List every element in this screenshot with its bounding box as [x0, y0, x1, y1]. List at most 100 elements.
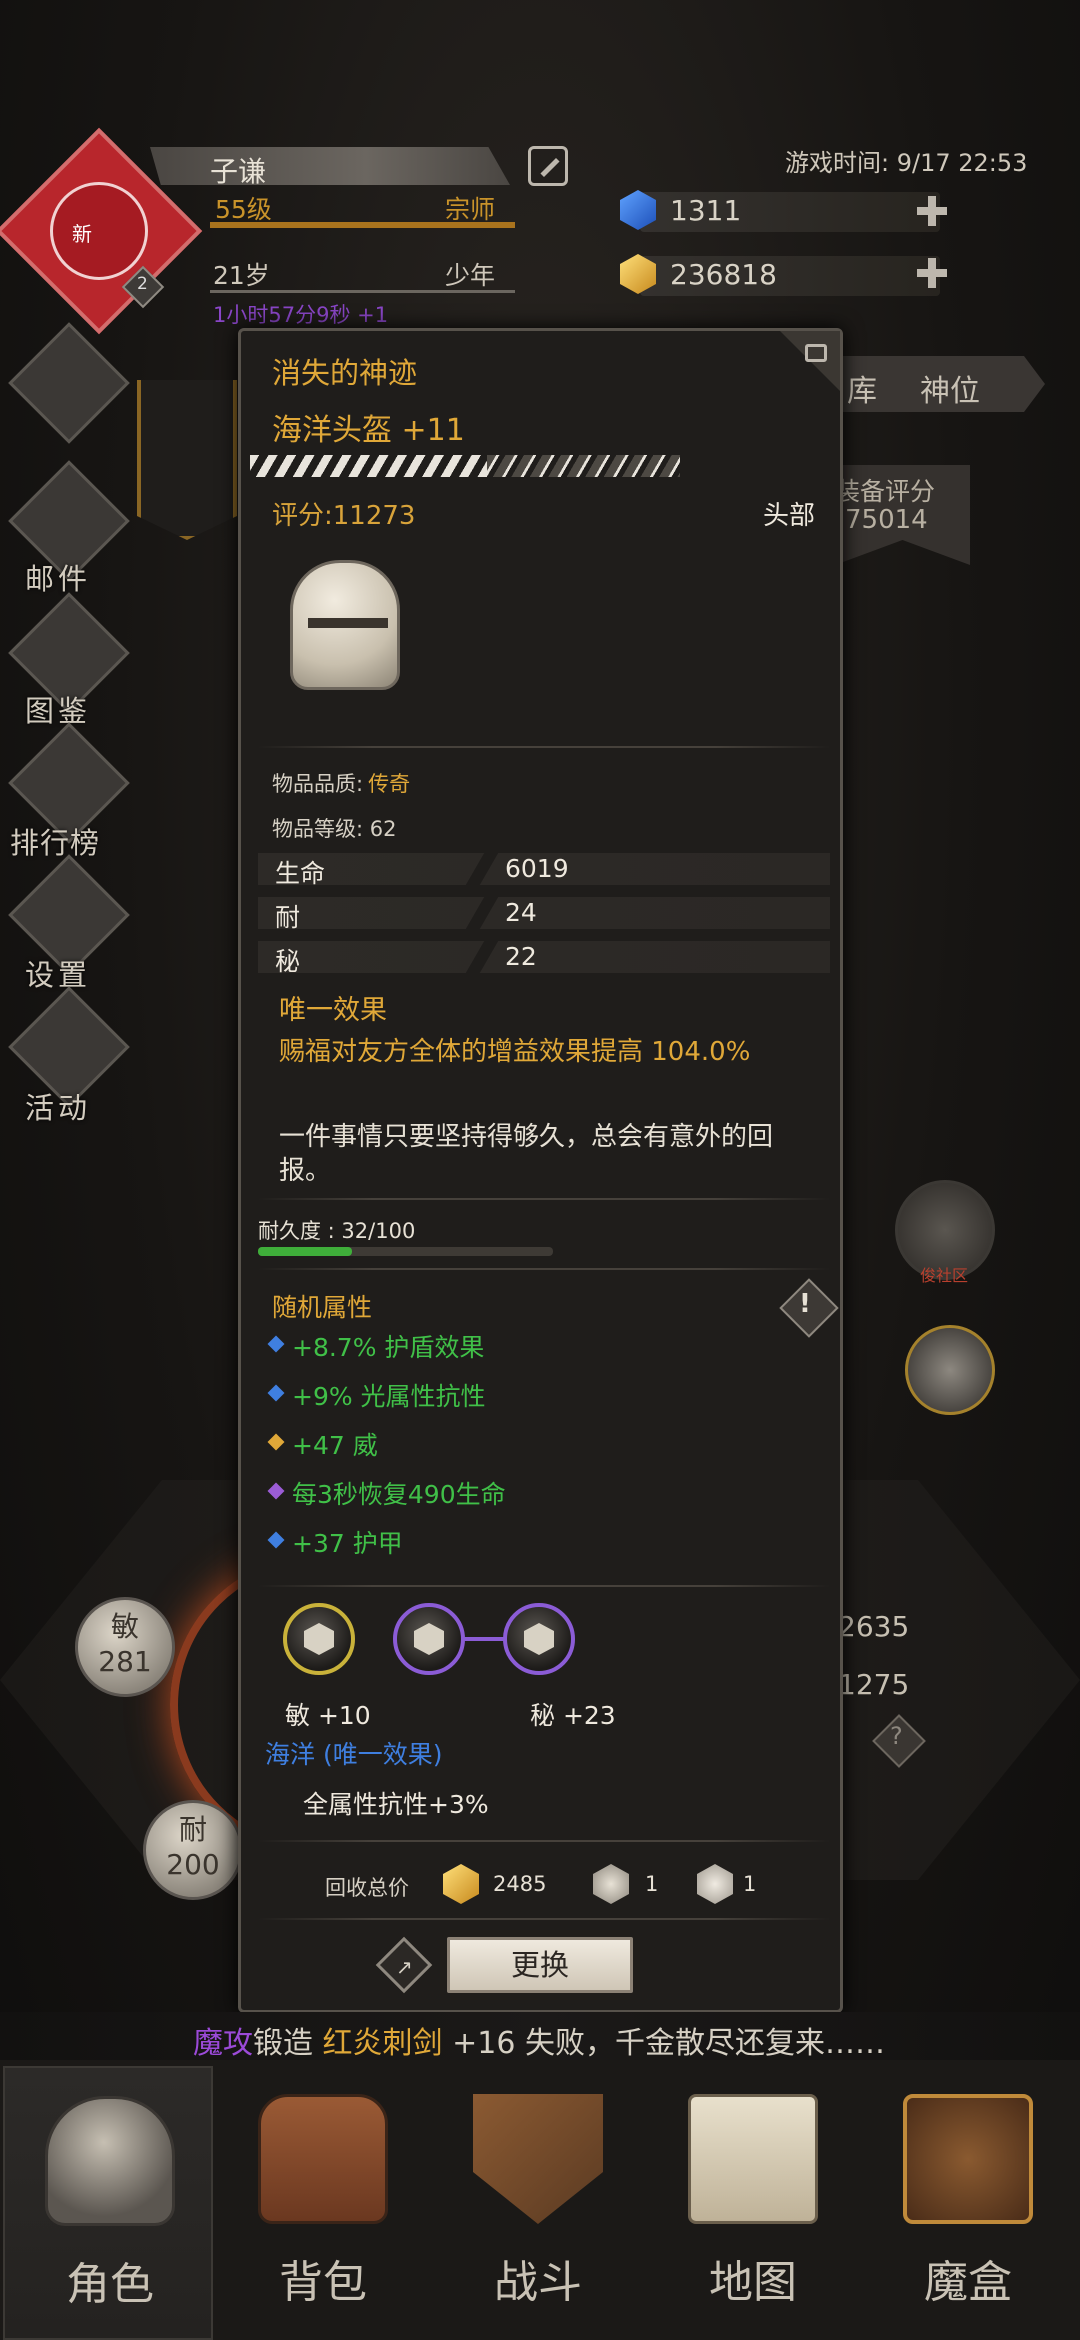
- nav-magic-box[interactable]: 魔盒: [863, 2066, 1073, 2340]
- agility-orb-value: 281: [98, 1645, 152, 1678]
- random-attr: +8.7% 护盾效果: [292, 1333, 485, 1362]
- stat-key: 生命: [275, 859, 326, 888]
- avatar-badge-number: 2: [137, 274, 148, 294]
- warning-icon-glyph: !: [799, 1289, 811, 1319]
- item-quality-row: 物品品质: 传奇: [272, 768, 410, 798]
- scroll-map-icon: [688, 2094, 818, 2224]
- age-bar: [210, 290, 515, 293]
- unique-effect-heading: 唯一效果: [279, 995, 387, 1026]
- backpack-icon: [258, 2094, 388, 2224]
- nav-battle[interactable]: 战斗: [433, 2066, 643, 2340]
- player-name: 子谦: [210, 155, 267, 188]
- ticker-player: 魔攻: [193, 2026, 253, 2061]
- magic-box-icon: [903, 2094, 1033, 2224]
- name-bar: [150, 147, 510, 185]
- stat-value: 24: [505, 898, 537, 927]
- right-stat-2: 1275: [838, 1668, 910, 1701]
- stat-value: 22: [505, 942, 537, 971]
- nav-label: 地图: [709, 2257, 797, 2308]
- helmet-icon: [45, 2096, 175, 2226]
- tab-divine[interactable]: 神位: [920, 366, 980, 410]
- item-name: 海洋头盔 +11: [272, 413, 465, 448]
- stat-value: 6019: [505, 854, 569, 883]
- recycle-material-2: 1: [743, 1872, 757, 1896]
- nav-character[interactable]: 角色: [3, 2066, 213, 2340]
- tab-storage[interactable]: 库: [847, 366, 877, 410]
- item-quality-label: 物品品质:: [272, 772, 364, 796]
- ticker-rest: +16 失败，千金散尽还复来……: [452, 2026, 885, 2061]
- age-stage: 少年: [445, 261, 496, 290]
- side-menu-codex[interactable]: 图鉴: [25, 688, 91, 730]
- stat-row: [258, 941, 830, 973]
- avatar-icon: [50, 182, 148, 280]
- random-attr: 每3秒恢复490生命: [292, 1480, 506, 1509]
- random-attr: +9% 光属性抗性: [292, 1382, 486, 1411]
- socket-bonus: 敏 +10: [285, 1701, 371, 1730]
- random-attr: +47 威: [292, 1431, 378, 1460]
- right-stat-1: 2635: [838, 1610, 910, 1643]
- divider: [258, 1585, 830, 1587]
- side-menu-settings[interactable]: 设置: [25, 952, 91, 994]
- add-gems-icon[interactable]: [915, 194, 949, 228]
- nav-map[interactable]: 地图: [648, 2066, 858, 2340]
- item-level: 物品等级: 62: [272, 817, 397, 841]
- add-gold-icon[interactable]: [915, 256, 949, 290]
- durability-fill: [258, 1247, 352, 1256]
- recycle-material-1: 1: [645, 1872, 659, 1896]
- recycle-gold: 2485: [493, 1872, 547, 1896]
- random-attr: +37 护甲: [292, 1529, 403, 1558]
- player-level: 55级: [215, 195, 272, 224]
- unique-effect-text: 赐福对友方全体的增益效果提高 104.0%: [279, 1037, 751, 1067]
- random-attributes-heading: 随机属性: [272, 1293, 373, 1322]
- nav-backpack[interactable]: 背包: [218, 2066, 428, 2340]
- gold-count: 236818: [670, 258, 777, 291]
- equip-score-label: 装备评分: [835, 477, 936, 506]
- item-slot: 头部: [763, 501, 816, 531]
- endurance-orb-label: 耐: [178, 1813, 207, 1846]
- helmet-visor: [308, 618, 388, 628]
- durability-label: 耐久度 : 32/100: [258, 1219, 416, 1243]
- agility-orb-label: 敏: [110, 1610, 139, 1643]
- nav-label: 魔盒: [924, 2257, 1012, 2308]
- lock-icon[interactable]: [805, 344, 827, 362]
- item-score: 评分:11273: [272, 501, 416, 531]
- guild-label: 俊社区: [920, 1266, 969, 1285]
- sword-shield-icon: [473, 2094, 603, 2224]
- ticker-text: 魔攻锻造 红炎刺剑 +16 失败，千金散尽还复来……: [193, 2018, 885, 2062]
- age-timer: 1小时57分9秒 +1: [213, 303, 389, 327]
- side-menu-mail[interactable]: 邮件: [25, 556, 91, 598]
- nav-label: 背包: [279, 2257, 367, 2308]
- stat-row: [258, 897, 830, 929]
- equip-score-value: 75014: [845, 505, 928, 535]
- edit-icon[interactable]: [528, 146, 568, 186]
- item-flavor-text: 一件事情只要坚持得够久，总会有意外的回报。: [279, 1122, 774, 1186]
- divine-helm-icon[interactable]: [905, 1325, 995, 1415]
- set-bonus-heading: 海洋 (唯一效果): [265, 1740, 443, 1769]
- set-bonus-text: 全属性抗性+3%: [303, 1790, 489, 1819]
- level-bar: [210, 222, 515, 228]
- side-menu-ranking[interactable]: 排行榜: [10, 820, 100, 862]
- socket-bonus: 秘 +23: [530, 1701, 616, 1730]
- nav-label: 角色: [66, 2259, 154, 2310]
- item-quality-value: 传奇: [368, 772, 411, 796]
- replace-button[interactable]: 更换: [447, 1937, 633, 1993]
- endurance-orb-value: 200: [166, 1848, 220, 1881]
- nav-label: 战斗: [494, 2257, 582, 2308]
- share-icon-glyph: ↗: [396, 1955, 413, 1979]
- divider: [258, 1198, 830, 1200]
- ticker-item: 红炎刺剑: [322, 2026, 443, 2061]
- divider: [258, 746, 830, 748]
- ticker-verb: 锻造: [253, 2026, 313, 2061]
- divider: [258, 1840, 830, 1842]
- player-rank: 宗师: [445, 195, 496, 224]
- divider: [258, 1268, 830, 1270]
- side-menu-events[interactable]: 活动: [25, 1085, 91, 1127]
- stat-key: 耐: [275, 903, 301, 932]
- help-icon-glyph: ?: [890, 1722, 903, 1750]
- stat-key: 秘: [275, 947, 301, 976]
- player-age: 21岁: [213, 261, 270, 290]
- game-time: 游戏时间: 9/17 22:53: [785, 149, 1028, 177]
- gem-count: 1311: [670, 194, 742, 227]
- item-set-name: 消失的神迹: [272, 356, 418, 390]
- equipment-banner: [137, 380, 237, 540]
